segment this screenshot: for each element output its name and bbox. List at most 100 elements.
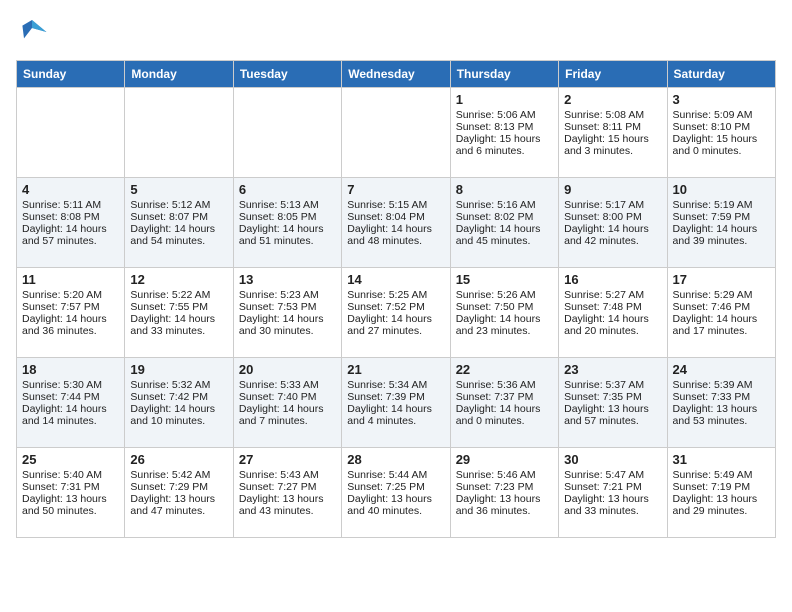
day-info: and 0 minutes.: [456, 415, 553, 427]
day-info: Sunrise: 5:19 AM: [673, 199, 770, 211]
column-header-monday: Monday: [125, 61, 233, 88]
day-info: Sunset: 7:59 PM: [673, 211, 770, 223]
calendar-cell: 18Sunrise: 5:30 AMSunset: 7:44 PMDayligh…: [17, 358, 125, 448]
calendar-cell: 1Sunrise: 5:06 AMSunset: 8:13 PMDaylight…: [450, 88, 558, 178]
day-number: 22: [456, 362, 553, 377]
day-info: Sunrise: 5:47 AM: [564, 469, 661, 481]
day-number: 8: [456, 182, 553, 197]
day-info: Sunrise: 5:30 AM: [22, 379, 119, 391]
calendar-cell: 3Sunrise: 5:09 AMSunset: 8:10 PMDaylight…: [667, 88, 775, 178]
day-info: Daylight: 14 hours: [347, 313, 444, 325]
day-info: and 47 minutes.: [130, 505, 227, 517]
column-header-wednesday: Wednesday: [342, 61, 450, 88]
calendar-cell: 21Sunrise: 5:34 AMSunset: 7:39 PMDayligh…: [342, 358, 450, 448]
day-info: and 0 minutes.: [673, 145, 770, 157]
calendar-cell: 8Sunrise: 5:16 AMSunset: 8:02 PMDaylight…: [450, 178, 558, 268]
day-info: Sunrise: 5:49 AM: [673, 469, 770, 481]
day-info: and 57 minutes.: [564, 415, 661, 427]
day-number: 15: [456, 272, 553, 287]
calendar-cell: 12Sunrise: 5:22 AMSunset: 7:55 PMDayligh…: [125, 268, 233, 358]
calendar-cell: 22Sunrise: 5:36 AMSunset: 7:37 PMDayligh…: [450, 358, 558, 448]
day-number: 19: [130, 362, 227, 377]
calendar-cell: 31Sunrise: 5:49 AMSunset: 7:19 PMDayligh…: [667, 448, 775, 538]
day-info: Daylight: 14 hours: [564, 223, 661, 235]
day-info: Sunset: 7:53 PM: [239, 301, 336, 313]
day-info: Sunrise: 5:06 AM: [456, 109, 553, 121]
day-info: Sunrise: 5:25 AM: [347, 289, 444, 301]
calendar-cell: [17, 88, 125, 178]
day-info: Sunrise: 5:12 AM: [130, 199, 227, 211]
calendar-cell: 29Sunrise: 5:46 AMSunset: 7:23 PMDayligh…: [450, 448, 558, 538]
day-info: Sunrise: 5:16 AM: [456, 199, 553, 211]
day-info: and 48 minutes.: [347, 235, 444, 247]
day-info: and 50 minutes.: [22, 505, 119, 517]
calendar-week-2: 4Sunrise: 5:11 AMSunset: 8:08 PMDaylight…: [17, 178, 776, 268]
calendar-cell: 13Sunrise: 5:23 AMSunset: 7:53 PMDayligh…: [233, 268, 341, 358]
day-info: Sunrise: 5:37 AM: [564, 379, 661, 391]
day-info: Sunset: 7:44 PM: [22, 391, 119, 403]
calendar-cell: 4Sunrise: 5:11 AMSunset: 8:08 PMDaylight…: [17, 178, 125, 268]
day-info: and 53 minutes.: [673, 415, 770, 427]
day-info: Sunrise: 5:33 AM: [239, 379, 336, 391]
day-number: 14: [347, 272, 444, 287]
day-info: Sunrise: 5:20 AM: [22, 289, 119, 301]
day-number: 1: [456, 92, 553, 107]
day-number: 6: [239, 182, 336, 197]
day-info: Sunrise: 5:39 AM: [673, 379, 770, 391]
day-info: Sunrise: 5:26 AM: [456, 289, 553, 301]
day-info: Sunrise: 5:43 AM: [239, 469, 336, 481]
day-number: 9: [564, 182, 661, 197]
day-number: 11: [22, 272, 119, 287]
day-number: 31: [673, 452, 770, 467]
day-number: 2: [564, 92, 661, 107]
calendar-week-5: 25Sunrise: 5:40 AMSunset: 7:31 PMDayligh…: [17, 448, 776, 538]
calendar-week-1: 1Sunrise: 5:06 AMSunset: 8:13 PMDaylight…: [17, 88, 776, 178]
header-row: SundayMondayTuesdayWednesdayThursdayFrid…: [17, 61, 776, 88]
day-info: Sunset: 8:11 PM: [564, 121, 661, 133]
calendar-cell: 25Sunrise: 5:40 AMSunset: 7:31 PMDayligh…: [17, 448, 125, 538]
day-info: and 4 minutes.: [347, 415, 444, 427]
day-number: 29: [456, 452, 553, 467]
day-info: Daylight: 13 hours: [347, 493, 444, 505]
day-info: and 33 minutes.: [564, 505, 661, 517]
day-info: Daylight: 13 hours: [673, 403, 770, 415]
day-info: Sunrise: 5:23 AM: [239, 289, 336, 301]
day-info: Daylight: 15 hours: [564, 133, 661, 145]
day-info: Sunrise: 5:17 AM: [564, 199, 661, 211]
day-info: Sunrise: 5:11 AM: [22, 199, 119, 211]
day-info: Daylight: 13 hours: [130, 493, 227, 505]
day-number: 24: [673, 362, 770, 377]
calendar-cell: 6Sunrise: 5:13 AMSunset: 8:05 PMDaylight…: [233, 178, 341, 268]
day-info: Daylight: 13 hours: [564, 493, 661, 505]
day-info: Sunset: 7:39 PM: [347, 391, 444, 403]
day-info: Sunset: 8:04 PM: [347, 211, 444, 223]
day-info: Sunrise: 5:27 AM: [564, 289, 661, 301]
day-info: Sunset: 8:08 PM: [22, 211, 119, 223]
day-info: Daylight: 14 hours: [239, 223, 336, 235]
day-info: Sunset: 8:00 PM: [564, 211, 661, 223]
calendar-cell: 16Sunrise: 5:27 AMSunset: 7:48 PMDayligh…: [559, 268, 667, 358]
calendar-cell: 10Sunrise: 5:19 AMSunset: 7:59 PMDayligh…: [667, 178, 775, 268]
day-info: Sunrise: 5:40 AM: [22, 469, 119, 481]
day-info: Sunrise: 5:29 AM: [673, 289, 770, 301]
day-number: 13: [239, 272, 336, 287]
day-info: Daylight: 14 hours: [673, 313, 770, 325]
day-info: Sunset: 7:23 PM: [456, 481, 553, 493]
day-info: and 40 minutes.: [347, 505, 444, 517]
calendar-week-3: 11Sunrise: 5:20 AMSunset: 7:57 PMDayligh…: [17, 268, 776, 358]
day-info: Sunrise: 5:34 AM: [347, 379, 444, 391]
day-info: Daylight: 14 hours: [456, 313, 553, 325]
day-info: Daylight: 13 hours: [564, 403, 661, 415]
day-info: and 36 minutes.: [22, 325, 119, 337]
calendar-cell: 19Sunrise: 5:32 AMSunset: 7:42 PMDayligh…: [125, 358, 233, 448]
calendar-cell: [125, 88, 233, 178]
calendar-header: SundayMondayTuesdayWednesdayThursdayFrid…: [17, 61, 776, 88]
day-info: and 36 minutes.: [456, 505, 553, 517]
calendar-cell: 15Sunrise: 5:26 AMSunset: 7:50 PMDayligh…: [450, 268, 558, 358]
day-info: and 33 minutes.: [130, 325, 227, 337]
calendar-body: 1Sunrise: 5:06 AMSunset: 8:13 PMDaylight…: [17, 88, 776, 538]
day-number: 21: [347, 362, 444, 377]
day-number: 20: [239, 362, 336, 377]
day-info: and 29 minutes.: [673, 505, 770, 517]
day-number: 16: [564, 272, 661, 287]
